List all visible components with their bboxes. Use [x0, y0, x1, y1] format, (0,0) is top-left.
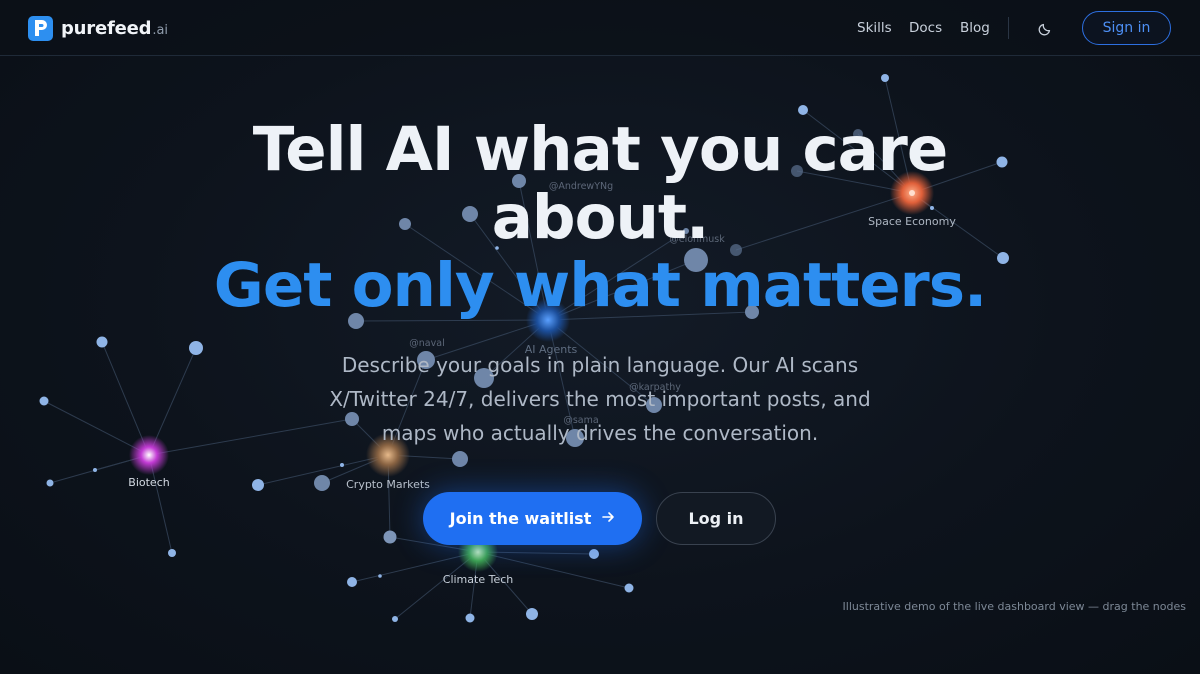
moon-icon: [1038, 23, 1051, 36]
nav-link-docs[interactable]: Docs: [909, 20, 942, 36]
topic-label-crypto-markets: Crypto Markets: [346, 478, 430, 491]
hero-headline-accent: Get only what matters.: [213, 250, 987, 321]
log-in-button[interactable]: Log in: [656, 492, 776, 545]
theme-toggle-button[interactable]: [1036, 18, 1056, 38]
topic-label-biotech: Biotech: [128, 476, 169, 489]
p-logo-icon: [28, 15, 53, 41]
landing-page: Space Economy Biotech Crypto Markets Cli…: [0, 0, 1200, 674]
topic-label-climate-tech: Climate Tech: [443, 573, 513, 586]
brand-logo[interactable]: purefeed .ai: [28, 15, 168, 41]
brand-tld: .ai: [152, 22, 169, 38]
arrow-right-icon: [601, 509, 615, 528]
sign-in-button[interactable]: Sign in: [1082, 11, 1171, 45]
demo-caption: Illustrative demo of the live dashboard …: [842, 600, 1186, 613]
nav-divider: [1008, 17, 1009, 39]
top-navigation-bar: purefeed .ai Skills Docs Blog Sign in: [0, 0, 1200, 56]
brand-name: purefeed: [61, 17, 152, 39]
hub-biotech: [129, 435, 169, 475]
nav-link-blog[interactable]: Blog: [960, 20, 990, 36]
hero-headline: Tell AI what you care about.: [252, 114, 949, 253]
join-waitlist-label: Join the waitlist: [449, 509, 592, 528]
hero-description: Describe your goals in plain language. O…: [329, 353, 871, 445]
nav-link-skills[interactable]: Skills: [857, 20, 892, 36]
join-waitlist-button[interactable]: Join the waitlist: [423, 492, 642, 545]
